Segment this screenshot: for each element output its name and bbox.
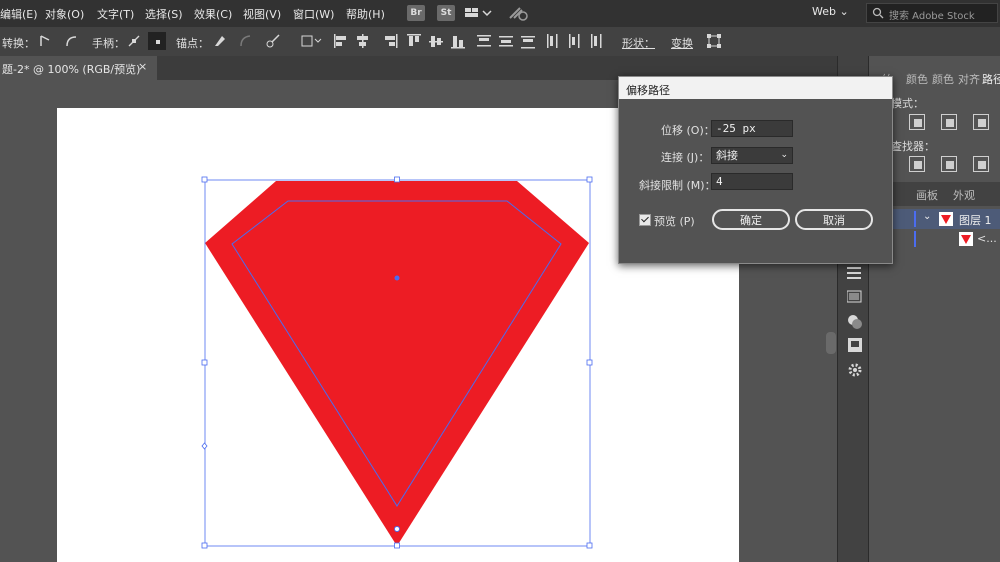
shape-label[interactable]: 形状： — [622, 35, 655, 51]
trim-button[interactable] — [909, 156, 925, 172]
layer-thumbnail — [939, 212, 953, 226]
menu-effect[interactable]: 效果(C) — [194, 6, 232, 22]
remove-anchor-icon[interactable] — [212, 33, 228, 49]
handle-left[interactable] — [201, 359, 208, 366]
settings-gear-icon[interactable] — [847, 362, 863, 378]
handle-top-left[interactable] — [201, 176, 208, 183]
symbols-panel-icon[interactable] — [847, 337, 863, 353]
align-buttons-group — [334, 34, 602, 49]
panel-tab-appearance[interactable]: 外观 — [953, 187, 975, 203]
layer-color-bar — [914, 211, 916, 227]
workspace-switcher[interactable]: Web ⌄ — [812, 5, 849, 18]
menu-select[interactable]: 选择(S) — [145, 6, 183, 22]
sublayer-name[interactable]: <... — [977, 232, 997, 245]
cut-path-icon[interactable] — [264, 33, 282, 49]
offset-path-dialog: 偏移路径 位移 (O)： -25 px 连接 (J)： 斜接 ⌄ 斜接限制 (M… — [618, 76, 893, 264]
stock-search-input[interactable]: 搜索 Adobe Stock — [866, 3, 998, 23]
intersect-button[interactable] — [941, 114, 957, 130]
layer-name[interactable]: 图层 1 — [959, 212, 992, 228]
miter-limit-input[interactable]: 4 — [711, 173, 793, 190]
cancel-button[interactable]: 取消 — [795, 209, 873, 230]
handle-top[interactable] — [394, 176, 400, 183]
document-tab-title: 题-2* @ 100% (RGB/预览) — [2, 63, 141, 76]
connect-anchor-icon[interactable] — [238, 33, 254, 49]
hide-handles-button[interactable] — [148, 32, 166, 50]
gradient-panel-icon[interactable] — [847, 290, 863, 304]
merge-button[interactable] — [941, 156, 957, 172]
panel-tab-color[interactable]: 颜色 — [906, 71, 928, 87]
sublayer-thumbnail — [959, 232, 973, 246]
bottom-anchor-point[interactable] — [394, 526, 400, 532]
menu-view[interactable]: 视图(V) — [243, 6, 281, 22]
isolate-icon[interactable] — [300, 33, 322, 49]
search-icon — [872, 7, 884, 19]
control-bar: 转换： 手柄： 锚点： 形状： 变换 — [0, 27, 1000, 57]
close-tab-icon[interactable]: × — [138, 60, 147, 73]
convert-smooth-icon[interactable] — [64, 34, 78, 48]
preview-label[interactable]: 预览 (P) — [654, 213, 695, 229]
panel-tab-pathfinder[interactable]: 路径 — [982, 71, 1000, 87]
pathfinders-label: 查找器： — [891, 140, 935, 153]
join-select[interactable]: 斜接 ⌄ — [711, 147, 793, 164]
handle-right[interactable] — [586, 359, 593, 366]
ok-button[interactable]: 确定 — [712, 209, 790, 230]
miter-limit-label: 斜接限制 (M)： — [639, 179, 716, 192]
panel-collapse-handle[interactable] — [826, 332, 836, 354]
panel-tab-color-guide[interactable]: 颜色 — [932, 71, 954, 87]
bridge-icon[interactable]: Br — [407, 5, 425, 21]
bounding-box[interactable] — [201, 176, 593, 549]
convert-corner-icon[interactable] — [38, 34, 52, 48]
show-handles-icon[interactable] — [127, 34, 141, 48]
arrange-documents-icon[interactable] — [465, 6, 495, 20]
offset-label: 位移 (O)： — [661, 124, 715, 137]
sublayer-color-bar — [914, 231, 916, 247]
document-tab[interactable]: 题-2* @ 100% (RGB/预览) × — [0, 56, 157, 80]
center-point — [394, 275, 400, 281]
chevron-down-icon: ⌄ — [780, 150, 788, 160]
stock-icon[interactable]: St — [437, 5, 455, 21]
convert-label: 转换： — [2, 37, 35, 50]
dialog-title: 偏移路径 — [626, 84, 670, 97]
handle-bottom-right[interactable] — [586, 542, 593, 549]
exclude-button[interactable] — [973, 114, 989, 130]
preview-checkbox[interactable] — [639, 214, 651, 226]
join-select-value: 斜接 — [716, 149, 738, 162]
handles-label: 手柄： — [92, 37, 125, 50]
transparency-panel-icon[interactable] — [847, 314, 863, 330]
gpu-performance-icon[interactable] — [508, 4, 530, 22]
workspace-label: Web — [812, 5, 836, 18]
handle-bottom[interactable] — [394, 542, 400, 549]
menu-type[interactable]: 文字(T) — [97, 6, 134, 22]
menu-window[interactable]: 窗口(W) — [293, 6, 334, 22]
handle-bottom-left[interactable] — [201, 542, 208, 549]
menu-bar: 编辑(E) 对象(O) 文字(T) 选择(S) 效果(C) 视图(V) 窗口(W… — [0, 0, 1000, 27]
menu-help[interactable]: 帮助(H) — [346, 6, 385, 22]
panel-tab-align[interactable]: 对齐 — [958, 71, 980, 87]
minus-front-button[interactable] — [909, 114, 925, 130]
transform-bounds-icon[interactable] — [706, 33, 722, 49]
menu-object[interactable]: 对象(O) — [45, 6, 84, 22]
menu-edit[interactable]: 编辑(E) — [0, 6, 38, 22]
crop-button[interactable] — [973, 156, 989, 172]
dialog-title-bar[interactable]: 偏移路径 — [619, 77, 892, 99]
transform-label[interactable]: 变换 — [671, 35, 693, 51]
chevron-down-icon[interactable]: ⌄ — [923, 211, 931, 222]
search-placeholder: 搜索 Adobe Stock — [889, 11, 975, 22]
shape-modes-label: 模式： — [891, 97, 924, 110]
join-label: 连接 (J)： — [661, 151, 710, 164]
offset-input[interactable]: -25 px — [711, 120, 793, 137]
hide-handles-icon — [156, 40, 160, 44]
handle-top-right[interactable] — [586, 176, 593, 183]
anchor-label: 锚点： — [176, 37, 209, 50]
panel-tab-artboards[interactable]: 画板 — [916, 187, 938, 203]
layers-panel-icon[interactable] — [847, 266, 863, 280]
